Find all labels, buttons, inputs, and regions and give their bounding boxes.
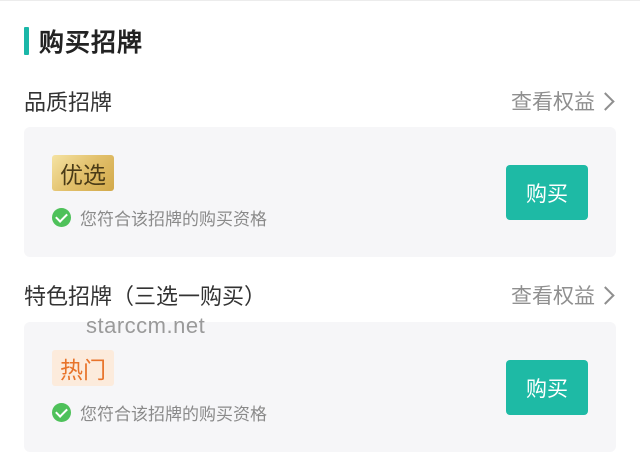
badge-label: 热门 (60, 358, 106, 384)
page-title-text: 购买招牌 (39, 28, 144, 57)
view-rights-label: 查看权益 (511, 90, 595, 114)
chevron-right-icon (596, 91, 615, 111)
section-header-quality: 品质招牌 查看权益 (24, 84, 616, 118)
top-divider (0, 0, 640, 1)
view-rights-link-quality[interactable]: 查看权益 (511, 86, 616, 116)
qualification-status: 您符合该招牌的购买资格 (52, 400, 267, 425)
accent-bar (24, 27, 29, 55)
badge-label: 优选 (60, 163, 106, 189)
qualification-status: 您符合该招牌的购买资格 (52, 205, 267, 230)
watermark-text: starccm.net (86, 313, 206, 338)
check-circle-icon (52, 403, 71, 422)
view-rights-label: 查看权益 (511, 284, 595, 308)
signboard-card-featured: 热门 您符合该招牌的购买资格 购买 (24, 322, 616, 452)
qualification-text: 您符合该招牌的购买资格 (80, 405, 267, 425)
badge-preferred: 优选 (52, 155, 114, 191)
section-title-featured: 特色招牌（三选一购买） (24, 285, 267, 310)
qualification-text: 您符合该招牌的购买资格 (80, 210, 267, 230)
buy-button-quality[interactable]: 购买 (506, 165, 588, 220)
chevron-right-icon (596, 285, 615, 305)
badge-hot: 热门 (52, 350, 114, 386)
view-rights-link-featured[interactable]: 查看权益 (511, 280, 616, 310)
signboard-card-quality: 优选 您符合该招牌的购买资格 购买 (24, 127, 616, 257)
check-circle-icon (52, 208, 71, 227)
section-header-featured: 特色招牌（三选一购买） 查看权益 (24, 278, 616, 312)
page-title: 购买招牌 (24, 24, 143, 58)
section-title-quality: 品质招牌 (24, 91, 113, 116)
buy-button-featured[interactable]: 购买 (506, 360, 588, 415)
